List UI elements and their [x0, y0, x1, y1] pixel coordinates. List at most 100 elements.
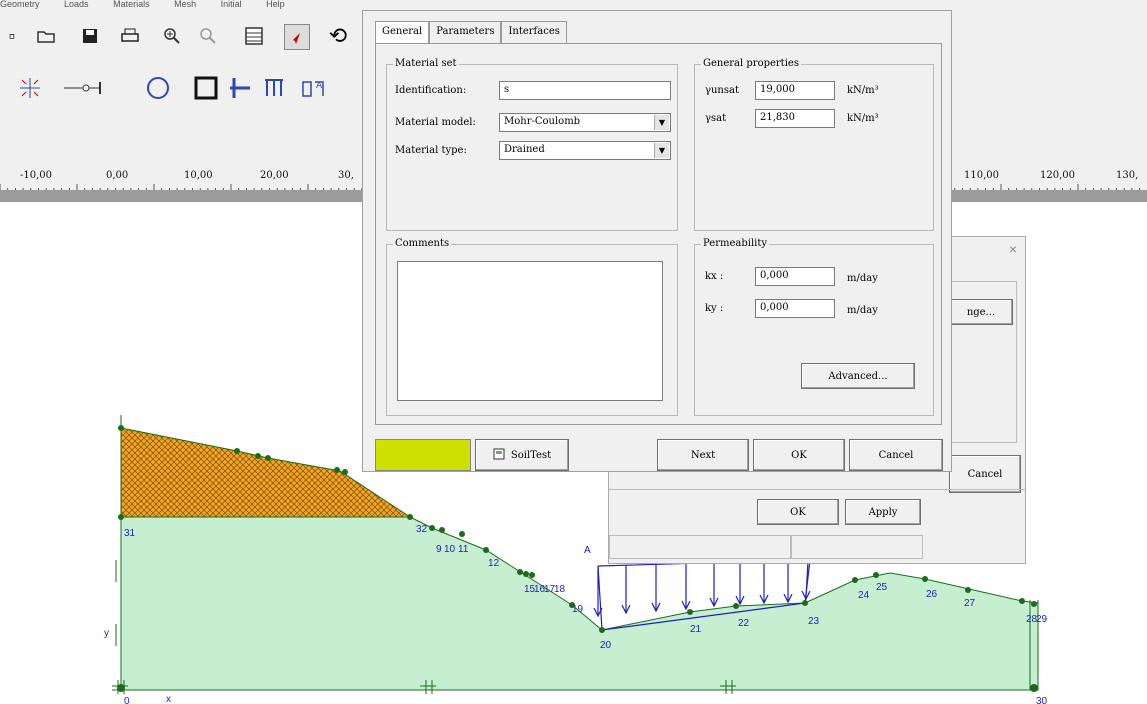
- zoom-in-icon[interactable]: [160, 24, 184, 48]
- identification-label: Identification:: [395, 85, 467, 96]
- divider: [609, 489, 1025, 490]
- point-label: 23: [808, 616, 820, 627]
- new-icon[interactable]: ▫: [0, 24, 24, 48]
- ruler-label: 0,00: [106, 170, 129, 181]
- gamma-sat-label: γsat: [705, 113, 727, 124]
- point-label: 10: [444, 544, 456, 555]
- ok-button[interactable]: OK: [753, 439, 845, 471]
- gamma-unsat-input[interactable]: 19,000: [755, 81, 835, 100]
- geogrid-icon[interactable]: [228, 76, 252, 100]
- general-properties-title: General properties: [701, 58, 801, 69]
- comments-textarea[interactable]: [397, 261, 663, 401]
- x-axis-label: x: [166, 694, 171, 704]
- ruler-label: 30,: [338, 170, 354, 181]
- material-type-select[interactable]: Drained ▼: [499, 141, 671, 160]
- menu-help[interactable]: Help: [266, 0, 285, 9]
- ky-unit: m/day: [847, 305, 878, 316]
- point-label: 26: [926, 589, 938, 600]
- material-color-swatch[interactable]: [375, 439, 471, 471]
- print-icon[interactable]: [118, 24, 142, 48]
- zoom-out-icon[interactable]: [196, 24, 220, 48]
- point-label: 29: [1036, 614, 1048, 625]
- tab-interfaces[interactable]: Interfaces: [501, 21, 567, 43]
- ky-label: ky :: [705, 303, 724, 314]
- plate-icon[interactable]: [194, 76, 218, 100]
- advanced-button[interactable]: Advanced...: [801, 363, 915, 389]
- save-icon[interactable]: [78, 24, 102, 48]
- selection-arrow-icon[interactable]: [284, 24, 310, 50]
- tunnel-icon[interactable]: [146, 76, 170, 100]
- material-type-value: Drained: [504, 144, 545, 155]
- interface-icon[interactable]: [262, 76, 286, 100]
- point-label: 21: [690, 624, 702, 635]
- ruler-label: 130,: [1116, 170, 1139, 181]
- menu-geometry[interactable]: Geometry: [0, 0, 40, 9]
- point-label: 22: [738, 618, 750, 629]
- point-label: 30: [1036, 696, 1048, 704]
- point-label: 20: [600, 640, 612, 651]
- ruler-label: -10,00: [20, 170, 53, 181]
- tab-parameters[interactable]: Parameters: [429, 21, 502, 43]
- material-model-select[interactable]: Mohr-Coulomb ▼: [499, 113, 671, 132]
- point-label: 9: [436, 544, 442, 555]
- general-tab-panel: Material set Identification: s Material …: [375, 43, 942, 425]
- comments-group: Comments: [386, 238, 678, 416]
- dialog-tabs: General Parameters Interfaces: [375, 21, 567, 43]
- tab-general[interactable]: General: [375, 21, 430, 43]
- point-label: 24: [858, 590, 870, 601]
- menu-mesh[interactable]: Mesh: [174, 0, 196, 9]
- menu-initial[interactable]: Initial: [221, 0, 242, 9]
- material-model-label: Material model:: [395, 117, 476, 128]
- ky-input[interactable]: 0,000: [755, 299, 835, 318]
- material-model-value: Mohr-Coulomb: [504, 116, 581, 127]
- back-cancel-button[interactable]: Cancel: [949, 455, 1021, 493]
- point-label: 11: [458, 544, 469, 555]
- undo-icon[interactable]: ⟲: [326, 23, 350, 48]
- fixed-end-anchor-icon[interactable]: A: [300, 76, 324, 100]
- kx-input[interactable]: 0,000: [755, 267, 835, 286]
- point-label: 25: [876, 582, 888, 593]
- point-label: 19: [572, 604, 584, 615]
- cancel-button[interactable]: Cancel: [849, 439, 943, 471]
- menu-loads[interactable]: Loads: [64, 0, 89, 9]
- close-icon[interactable]: ×: [1009, 241, 1017, 257]
- node-to-node-anchor-icon[interactable]: [62, 76, 102, 100]
- menu-materials[interactable]: Materials: [113, 0, 150, 9]
- point-label: 31: [124, 528, 136, 539]
- status-field-2: [791, 535, 923, 559]
- point-label: 18: [554, 584, 566, 595]
- table-icon[interactable]: [242, 24, 266, 48]
- point-label: 27: [964, 598, 976, 609]
- back-ok-button[interactable]: OK: [757, 499, 839, 525]
- ruler-label: 20,00: [260, 170, 289, 181]
- next-button[interactable]: Next: [657, 439, 749, 471]
- chevron-down-icon[interactable]: ▼: [654, 115, 669, 130]
- identification-input[interactable]: s: [499, 81, 671, 100]
- gamma-sat-unit: kN/m³: [847, 113, 879, 124]
- material-dialog: General Parameters Interfaces Material s…: [362, 10, 952, 472]
- ruler-label: 110,00: [964, 170, 999, 181]
- chevron-down-icon[interactable]: ▼: [654, 143, 669, 158]
- menu-bar: Geometry Loads Materials Mesh Initial He…: [0, 0, 1147, 10]
- open-icon[interactable]: [34, 24, 58, 48]
- material-set-group: Material set Identification: s Material …: [386, 58, 678, 231]
- change-button[interactable]: nge...: [949, 299, 1013, 325]
- permeability-group: Permeability kx : 0,000 m/day ky : 0,000…: [694, 238, 934, 416]
- kx-unit: m/day: [847, 273, 878, 284]
- svg-text:A: A: [316, 81, 323, 91]
- soiltest-label: SoilTest: [510, 449, 552, 461]
- material-type-label: Material type:: [395, 145, 467, 156]
- kx-label: kx :: [705, 271, 724, 282]
- point-grid-icon[interactable]: [18, 76, 42, 100]
- gamma-unsat-label: γunsat: [705, 85, 739, 96]
- ruler-label: 120,00: [1040, 170, 1075, 181]
- point-label: 12: [488, 558, 500, 569]
- gamma-unsat-unit: kN/m³: [847, 85, 879, 96]
- point-label: 32: [416, 524, 428, 535]
- apply-button[interactable]: Apply: [845, 499, 921, 525]
- gamma-sat-input[interactable]: 21,830: [755, 109, 835, 128]
- point-label: 0: [124, 696, 130, 704]
- material-set-title: Material set: [393, 58, 459, 69]
- soiltest-button[interactable]: SoilTest: [475, 439, 569, 471]
- load-label: A: [584, 545, 591, 556]
